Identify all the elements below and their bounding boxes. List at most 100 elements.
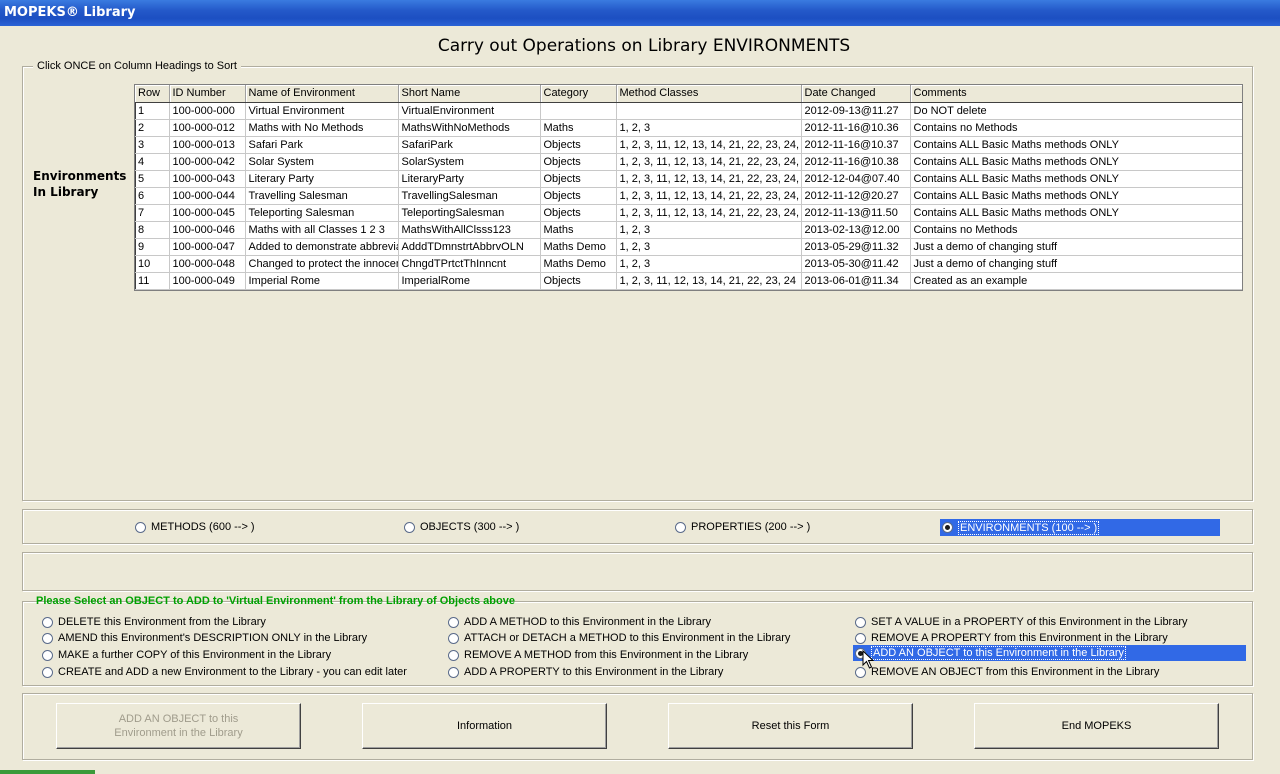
table-cell[interactable]: 100-000-042 [169, 153, 246, 171]
table-cell[interactable]: Maths Demo [540, 255, 617, 273]
table-cell[interactable]: Virtual Environment [245, 102, 399, 120]
table-cell[interactable]: 2 [135, 119, 170, 137]
table-cell[interactable]: Maths [540, 221, 617, 239]
table-cell[interactable]: 9 [135, 238, 170, 256]
table-cell[interactable]: 2012-11-16@10.36 [801, 119, 911, 137]
table-cell[interactable]: SafariPark [398, 136, 541, 154]
column-header-id-number[interactable]: ID Number [169, 85, 246, 103]
table-row[interactable]: 8 100-000-046 Maths with all Classes 1 2 3… [135, 221, 1242, 239]
op-set-property-value[interactable]: SET A VALUE in a PROPERTY of this Enviro… [855, 616, 1188, 628]
table-cell[interactable]: 1, 2, 3, 11, 12, 13, 14, 21, 22, 23, 24, [616, 204, 802, 222]
table-cell[interactable]: Added to demonstrate abbrevia [245, 238, 399, 256]
table-cell[interactable]: AdddTDmnstrtAbbrvOLN [398, 238, 541, 256]
table-cell[interactable]: 2012-11-16@10.37 [801, 136, 911, 154]
table-cell[interactable]: Solar System [245, 153, 399, 171]
column-header-row[interactable]: Row [135, 85, 170, 103]
radio-button[interactable] [42, 649, 53, 661]
table-cell[interactable]: 1 [135, 102, 170, 120]
table-cell[interactable]: 1, 2, 3, 11, 12, 13, 14, 21, 22, 23, 24, [616, 170, 802, 188]
radio-button[interactable] [855, 632, 866, 644]
table-cell[interactable]: 2012-11-16@10.38 [801, 153, 911, 171]
table-cell[interactable]: 2012-12-04@07.40 [801, 170, 911, 188]
table-cell[interactable]: 8 [135, 221, 170, 239]
table-cell[interactable]: 1, 2, 3, 11, 12, 13, 14, 21, 22, 23, 24, [616, 136, 802, 154]
table-row[interactable]: 5 100-000-043 Literary Party LiteraryParty O… [135, 170, 1242, 188]
table-cell[interactable]: Maths Demo [540, 238, 617, 256]
table-cell[interactable]: Imperial Rome [245, 272, 399, 290]
table-cell[interactable]: LiteraryParty [398, 170, 541, 188]
table-cell[interactable]: Maths [540, 119, 617, 137]
table-cell[interactable]: Maths with No Methods [245, 119, 399, 137]
radio-button[interactable] [855, 616, 866, 628]
table-cell[interactable]: Contains ALL Basic Maths methods ONLY [910, 170, 1242, 188]
table-cell[interactable]: Contains ALL Basic Maths methods ONLY [910, 204, 1242, 222]
radio-button[interactable] [675, 521, 686, 533]
table-cell[interactable]: Objects [540, 204, 617, 222]
table-cell[interactable]: Safari Park [245, 136, 399, 154]
table-row[interactable]: 4 100-000-042 Solar System SolarSystem Objec… [135, 153, 1242, 171]
table-row[interactable]: 7 100-000-045 Teleporting Salesman Teleport… [135, 204, 1242, 222]
table-cell[interactable]: 100-000-012 [169, 119, 246, 137]
table-row[interactable]: 3 100-000-013 Safari Park SafariPark Objects… [135, 136, 1242, 154]
column-header-name[interactable]: Name of Environment [245, 85, 399, 103]
information-button[interactable]: Information [362, 703, 607, 749]
table-cell[interactable] [616, 102, 802, 120]
table-cell[interactable]: 2013-02-13@12.00 [801, 221, 911, 239]
table-cell[interactable]: 1, 2, 3 [616, 238, 802, 256]
column-header-date-changed[interactable]: Date Changed [801, 85, 911, 103]
op-remove-method[interactable]: REMOVE A METHOD from this Environment in… [448, 649, 748, 661]
end-mopeks-button[interactable]: End MOPEKS [974, 703, 1219, 749]
radio-objects[interactable]: OBJECTS (300 --> ) [404, 521, 519, 533]
environments-table[interactable]: Row ID Number Name of Environment Short … [134, 84, 1243, 291]
table-cell[interactable]: 100-000-044 [169, 187, 246, 205]
table-cell[interactable]: Teleporting Salesman [245, 204, 399, 222]
table-cell[interactable]: 6 [135, 187, 170, 205]
table-cell[interactable]: Contains no Methods [910, 221, 1242, 239]
table-cell[interactable]: 1, 2, 3 [616, 119, 802, 137]
table-cell[interactable]: MathsWithAllClsss123 [398, 221, 541, 239]
table-cell[interactable] [540, 102, 617, 120]
table-cell[interactable]: Contains ALL Basic Maths methods ONLY [910, 153, 1242, 171]
radio-button[interactable] [448, 666, 459, 678]
radio-button[interactable] [42, 616, 53, 628]
table-cell[interactable]: 2013-06-01@11.34 [801, 272, 911, 290]
table-cell[interactable]: Just a demo of changing stuff [910, 255, 1242, 273]
table-cell[interactable]: Objects [540, 153, 617, 171]
table-cell[interactable]: 1, 2, 3 [616, 221, 802, 239]
radio-properties[interactable]: PROPERTIES (200 --> ) [675, 521, 810, 533]
table-cell[interactable]: TravellingSalesman [398, 187, 541, 205]
table-cell[interactable]: 3 [135, 136, 170, 154]
op-attach-detach-method[interactable]: ATTACH or DETACH a METHOD to this Enviro… [448, 632, 790, 644]
radio-button[interactable] [42, 666, 53, 678]
radio-button[interactable] [448, 649, 459, 661]
table-cell[interactable]: ImperialRome [398, 272, 541, 290]
table-row[interactable]: 2 100-000-012 Maths with No Methods MathsWi… [135, 119, 1242, 137]
radio-methods[interactable]: METHODS (600 --> ) [135, 521, 255, 533]
radio-environments[interactable]: ENVIRONMENTS (100 --> ) [940, 519, 1220, 536]
table-cell[interactable]: 7 [135, 204, 170, 222]
add-object-button[interactable]: ADD AN OBJECT to this Environment in the … [56, 703, 301, 749]
table-cell[interactable]: 2013-05-29@11.32 [801, 238, 911, 256]
table-row[interactable]: 9 100-000-047 Added to demonstrate abbrevi… [135, 238, 1242, 256]
table-cell[interactable]: Objects [540, 170, 617, 188]
table-cell[interactable]: 100-000-013 [169, 136, 246, 154]
table-cell[interactable]: 100-000-045 [169, 204, 246, 222]
table-cell[interactable]: Do NOT delete [910, 102, 1242, 120]
table-cell[interactable]: 11 [135, 272, 170, 290]
table-cell[interactable]: 1, 2, 3, 11, 12, 13, 14, 21, 22, 23, 24, [616, 187, 802, 205]
table-cell[interactable]: 1, 2, 3, 11, 12, 13, 14, 21, 22, 23, 24, [616, 153, 802, 171]
table-row[interactable]: 6 100-000-044 Travelling Salesman Travellin… [135, 187, 1242, 205]
table-cell[interactable]: 2012-11-13@11.50 [801, 204, 911, 222]
radio-button[interactable] [135, 521, 146, 533]
table-row[interactable]: 1 100-000-000 Virtual Environment VirtualEn… [135, 102, 1242, 120]
op-add-object[interactable]: ADD AN OBJECT to this Environment in the… [853, 645, 1246, 661]
op-delete-environment[interactable]: DELETE this Environment from the Library [42, 616, 266, 628]
table-cell[interactable]: 100-000-049 [169, 272, 246, 290]
table-cell[interactable]: Just a demo of changing stuff [910, 238, 1242, 256]
table-cell[interactable]: 2013-05-30@11.42 [801, 255, 911, 273]
table-cell[interactable]: ChngdTPrtctThInncnt [398, 255, 541, 273]
radio-button[interactable] [404, 521, 415, 533]
table-cell[interactable]: 2012-11-12@20.27 [801, 187, 911, 205]
op-amend-description[interactable]: AMEND this Environment's DESCRIPTION ONL… [42, 632, 367, 644]
table-cell[interactable]: Travelling Salesman [245, 187, 399, 205]
